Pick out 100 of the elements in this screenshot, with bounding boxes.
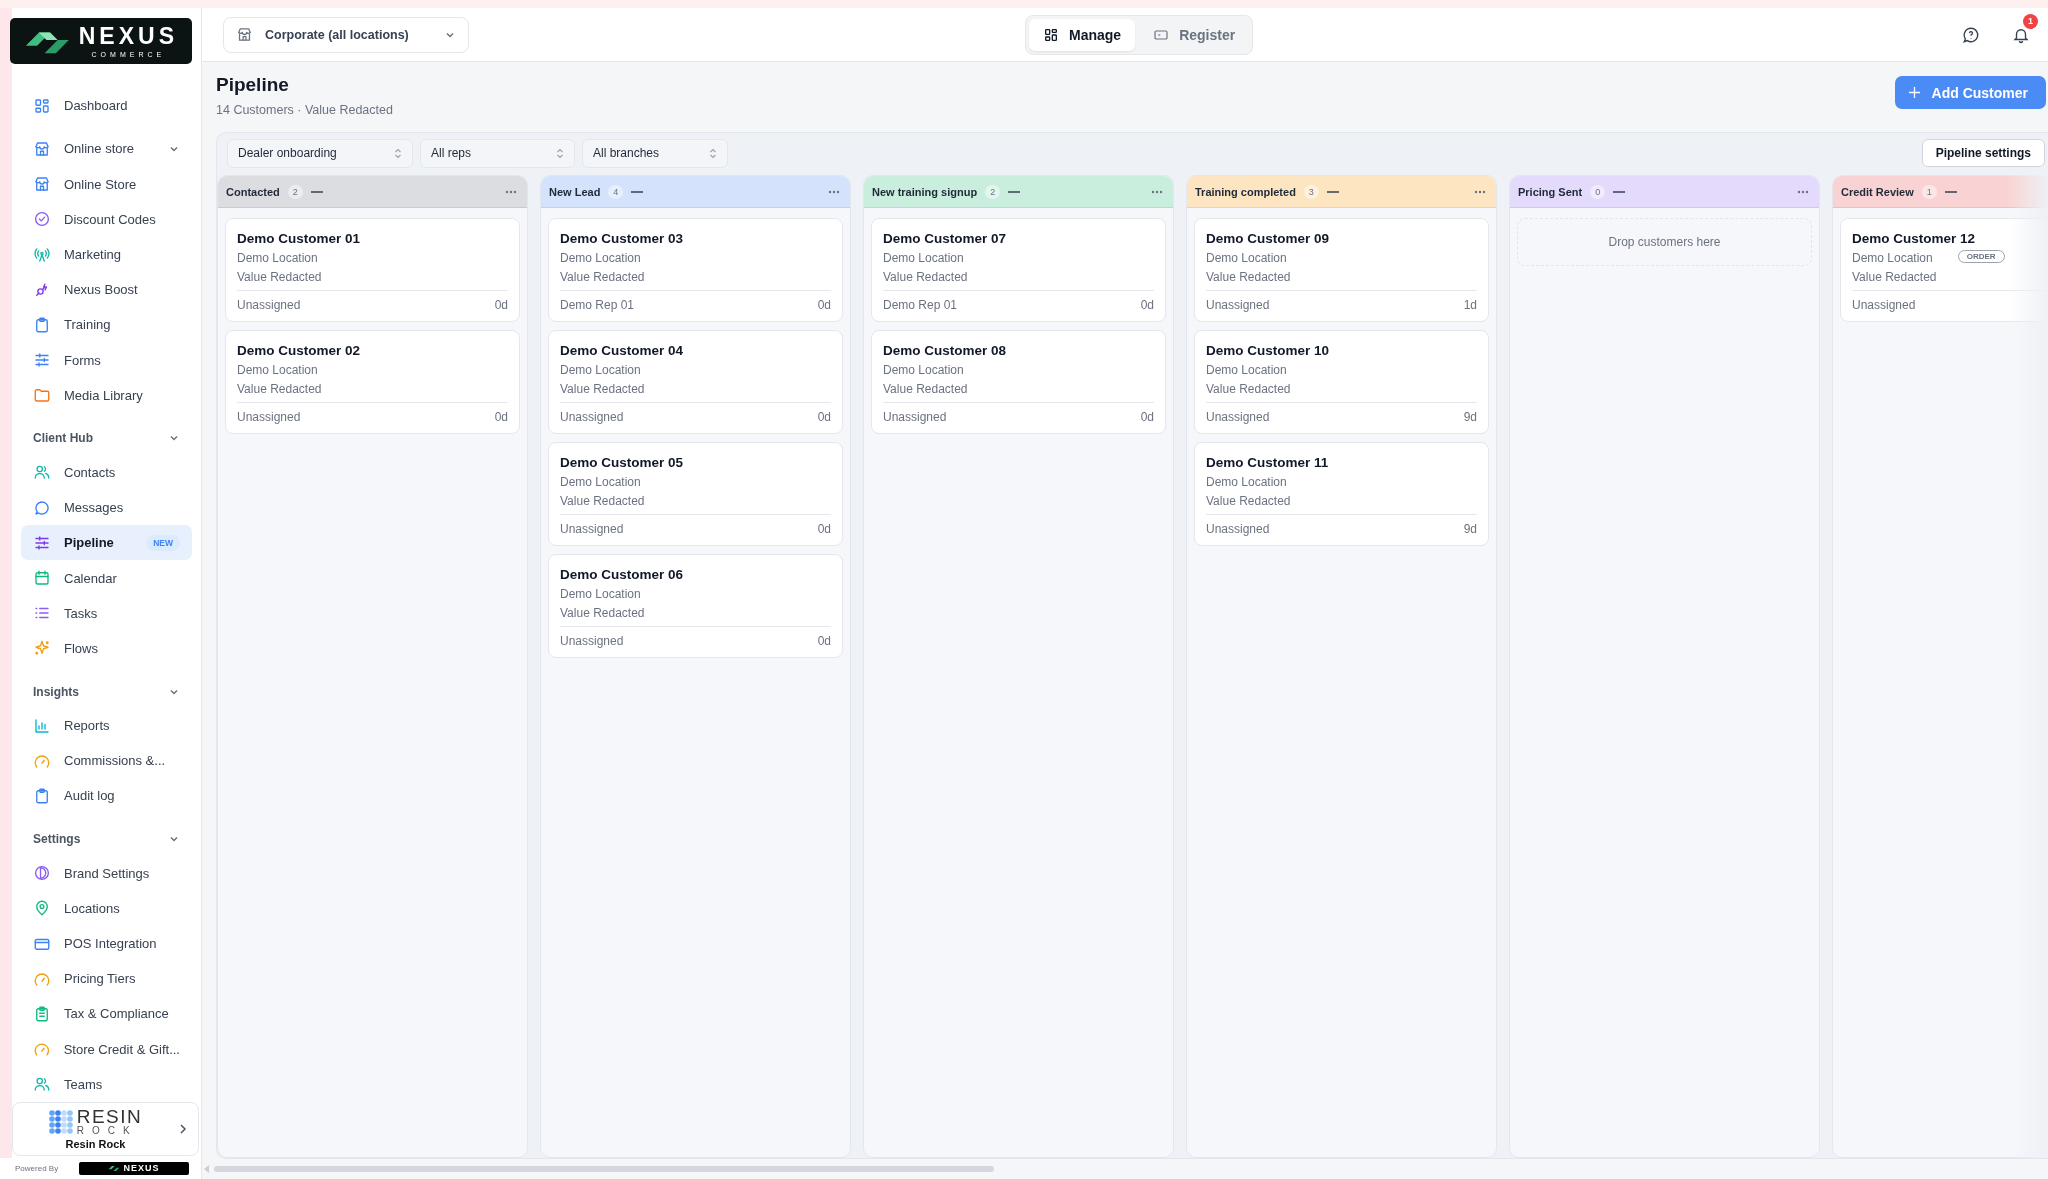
customer-value: Value Redacted: [560, 494, 645, 508]
sidebar-item[interactable]: Training: [21, 307, 192, 343]
customer-card[interactable]: Demo Customer 01 Demo Location Value Redacted Unassigned 0d: [225, 218, 520, 322]
column-count: 1: [1921, 184, 1937, 199]
sidebar-item[interactable]: Tax & Compliance: [21, 996, 192, 1032]
customer-card[interactable]: Demo Customer 03 Demo Location Value Redacted Demo Rep 01 0d: [548, 218, 843, 322]
sidebar-item[interactable]: Pricing Tiers: [21, 961, 192, 997]
customer-card[interactable]: Demo Customer 02 Demo Location Value Redacted Unassigned 0d: [225, 330, 520, 434]
sidebar-item[interactable]: Online Store: [21, 166, 192, 202]
store-icon: [33, 139, 51, 158]
section-label[interactable]: Settings: [33, 832, 168, 847]
customer-name: Demo Customer 03: [560, 231, 685, 246]
pipeline-settings-button[interactable]: Pipeline settings: [1921, 139, 2045, 167]
collapse-icon[interactable]: [310, 189, 323, 194]
sidebar-item[interactable]: Media Library: [21, 377, 192, 413]
sidebar-item[interactable]: Brand Settings: [21, 855, 192, 891]
assignee: Unassigned: [1206, 410, 1270, 424]
sidebar-item[interactable]: Forms: [21, 342, 192, 378]
customer-name: Demo Customer 10: [1206, 343, 1331, 358]
nav-group[interactable]: Online store: [21, 131, 192, 167]
sidebar-item[interactable]: Dashboard: [21, 88, 192, 124]
collapse-icon[interactable]: [631, 189, 644, 194]
sidebar-item[interactable]: Flows: [21, 630, 192, 666]
horizontal-scrollbar[interactable]: [214, 1166, 994, 1172]
collapse-icon[interactable]: [1613, 189, 1626, 194]
sidebar-item[interactable]: Reports: [21, 708, 192, 744]
customer-card[interactable]: Demo Customer 08 Demo Location Value Redacted Unassigned 0d: [871, 330, 1166, 434]
help-chat-icon[interactable]: [1962, 25, 1980, 44]
time-in-stage: 9d: [1463, 410, 1477, 424]
more-options-icon[interactable]: [505, 189, 517, 194]
customer-card[interactable]: Demo Customer 11 Demo Location Value Redacted Unassigned 9d: [1194, 442, 1489, 546]
collapse-icon[interactable]: [1326, 189, 1339, 194]
sidebar-item[interactable]: POS Integration: [21, 925, 192, 962]
more-options-icon[interactable]: [1151, 189, 1163, 194]
store-icon: [33, 175, 51, 194]
sidebar-item[interactable]: Marketing: [21, 236, 192, 273]
mode-tab[interactable]: Manage: [1029, 18, 1136, 51]
sidebar-item[interactable]: Audit log: [21, 778, 192, 814]
plus-icon: [1908, 87, 1920, 98]
customer-location: Demo Location: [560, 587, 641, 601]
sidebar-item[interactable]: Nexus Boost: [21, 272, 192, 308]
filter-dropdown[interactable]: All reps: [420, 138, 575, 168]
customer-name: Demo Customer 06: [560, 567, 685, 582]
customer-card[interactable]: Demo Customer 06 Demo Location Value Redacted Unassigned 0d: [548, 554, 843, 658]
customer-location: Demo Location: [237, 251, 318, 265]
customer-card[interactable]: Demo Customer 04 Demo Location Value Redacted Unassigned 0d: [548, 330, 843, 434]
drop-zone[interactable]: Drop customers here: [1517, 218, 1812, 266]
customer-value: Value Redacted: [560, 606, 645, 620]
column-count: 3: [1303, 184, 1319, 199]
account-logo-text: RESIN: [76, 1107, 143, 1127]
customer-name: Demo Customer 09: [1206, 231, 1331, 246]
customer-value: Value Redacted: [237, 382, 322, 396]
sidebar-item[interactable]: Discount Codes: [21, 201, 192, 237]
drop-zone-text: Drop customers here: [1608, 235, 1721, 249]
mode-tab[interactable]: Register: [1139, 18, 1250, 51]
customer-card[interactable]: Demo Customer 10 Demo Location Value Redacted Unassigned 9d: [1194, 330, 1489, 434]
sidebar-item[interactable]: Calendar: [21, 560, 192, 596]
more-options-icon[interactable]: [828, 189, 840, 194]
collapse-icon[interactable]: [1944, 189, 1957, 194]
time-in-stage: 1d: [1463, 298, 1477, 312]
sidebar-item[interactable]: Tasks: [21, 595, 192, 631]
column-count: 2: [985, 184, 1001, 199]
time-in-stage: 0d: [817, 298, 831, 312]
assignee: Unassigned: [1206, 522, 1270, 536]
customer-value: Value Redacted: [560, 382, 645, 396]
account-switcher[interactable]: RESIN ROCK Resin Rock: [12, 1101, 199, 1156]
store-icon: [236, 26, 253, 43]
sort-arrows-icon: [709, 147, 717, 159]
section-label[interactable]: Client Hub: [33, 431, 168, 446]
column-title: New Lead: [549, 185, 601, 198]
sidebar-item[interactable]: Messages: [21, 490, 192, 526]
sidebar-item[interactable]: Locations: [21, 890, 192, 926]
folder-icon: [33, 386, 51, 405]
customer-value: Value Redacted: [883, 382, 968, 396]
sort-arrows-icon: [394, 147, 402, 159]
section-label[interactable]: Insights: [33, 684, 168, 699]
customer-location: Demo Location: [237, 363, 318, 377]
customer-name: Demo Customer 05: [560, 455, 685, 470]
more-options-icon[interactable]: [1797, 189, 1809, 194]
location-selector[interactable]: Corporate (all locations): [223, 16, 469, 53]
customer-location: Demo Location: [560, 251, 641, 265]
chat-bubble-icon: [33, 498, 51, 517]
column-title: New training signup: [872, 185, 978, 198]
sidebar-item[interactable]: Commissions &...: [21, 743, 192, 779]
customer-location: Demo Location: [1852, 251, 1933, 265]
customer-card[interactable]: Demo Customer 07 Demo Location Value Redacted Demo Rep 01 0d: [871, 218, 1166, 322]
filter-dropdown[interactable]: All branches: [582, 138, 728, 168]
sidebar-item[interactable]: Pipeline NEW: [21, 525, 192, 561]
time-in-stage: 0d: [817, 522, 831, 536]
more-options-icon[interactable]: [1474, 189, 1486, 194]
filter-dropdown[interactable]: Dealer onboarding: [227, 138, 413, 168]
customer-card[interactable]: Demo Customer 05 Demo Location Value Redacted Unassigned 0d: [548, 442, 843, 546]
new-badge: NEW: [146, 534, 180, 551]
stone-pattern-icon: [48, 1109, 73, 1134]
customer-card[interactable]: Demo Customer 09 Demo Location Value Redacted Unassigned 1d: [1194, 218, 1489, 322]
collapse-icon[interactable]: [1008, 189, 1021, 194]
sidebar-item[interactable]: Teams: [21, 1066, 192, 1102]
sidebar-item[interactable]: Contacts: [21, 454, 192, 491]
assignee: Demo Rep 01: [883, 298, 958, 312]
sidebar-item[interactable]: Store Credit & Gift...: [21, 1031, 192, 1067]
